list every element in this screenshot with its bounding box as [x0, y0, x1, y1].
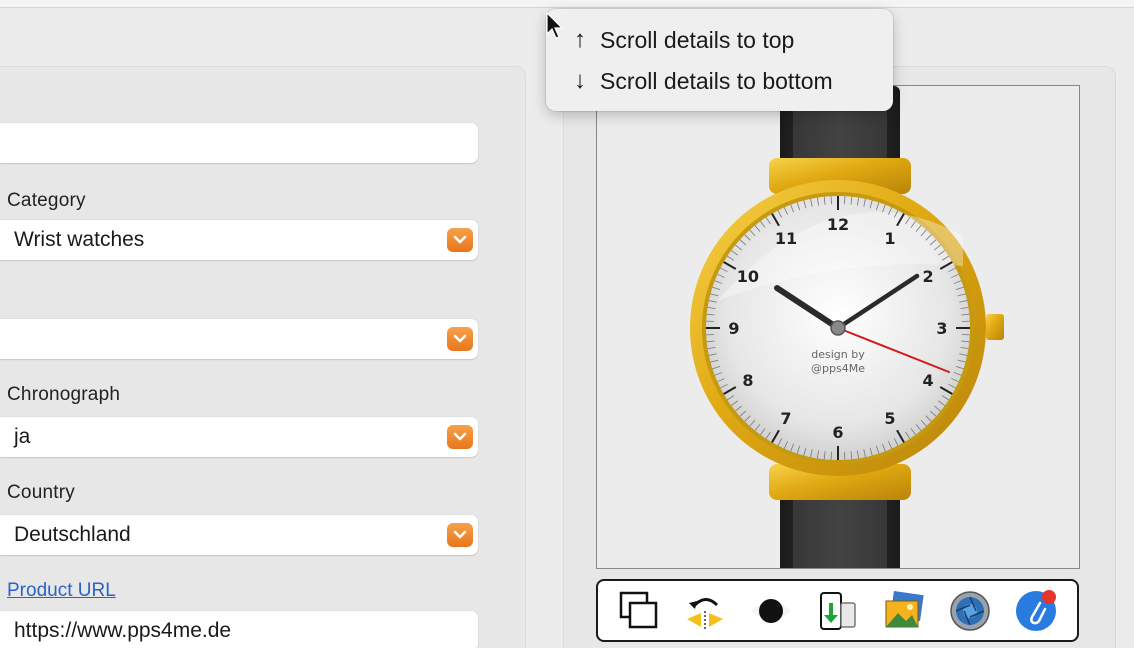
photos-icon[interactable]: [880, 587, 928, 635]
copy-image-icon[interactable]: [615, 587, 663, 635]
chevron-down-icon[interactable]: [447, 327, 473, 351]
scroll-to-bottom-label: Scroll details to bottom: [600, 67, 833, 94]
dial-numeral: 1: [884, 229, 895, 248]
scroll-to-top-label: Scroll details to top: [600, 26, 795, 53]
export-phone-icon[interactable]: [813, 587, 861, 635]
arrow-up-icon: ↑: [574, 26, 586, 53]
category-label: Category: [7, 190, 86, 211]
dial-numeral: 6: [832, 423, 843, 442]
chronograph-select[interactable]: ja: [0, 417, 478, 457]
chronograph-label: Chronograph: [7, 384, 121, 405]
chevron-down-icon[interactable]: [447, 425, 473, 449]
mouse-cursor-icon: [546, 12, 564, 39]
watch-image: 121234567891011 design by @pps4Me: [690, 86, 1004, 568]
dial-numeral: 4: [922, 371, 933, 390]
credit-line2: @pps4Me: [811, 362, 865, 375]
product-url-link[interactable]: Product URL: [7, 580, 116, 602]
camera-shutter-icon[interactable]: [946, 587, 994, 635]
dial-numeral: 12: [827, 215, 849, 234]
dial-numeral: 3: [936, 319, 947, 338]
product-url-field[interactable]: https://www.pps4me.de: [0, 611, 478, 648]
scroll-to-top-item[interactable]: ↑ Scroll details to top: [568, 22, 888, 58]
unnamed-select[interactable]: [0, 319, 478, 359]
name-field[interactable]: [0, 123, 478, 163]
arrow-down-icon: ↓: [574, 67, 586, 94]
eye-icon[interactable]: [747, 587, 795, 635]
dial-numeral: 7: [780, 409, 791, 428]
credit-line1: design by: [811, 348, 865, 361]
details-panel: Category Wrist watches Chronograph ja Co…: [0, 66, 526, 648]
scroll-to-bottom-item[interactable]: ↓ Scroll details to bottom: [568, 63, 888, 99]
dial-numeral: 10: [737, 267, 759, 286]
dial-numeral: 11: [775, 229, 797, 248]
image-toolbar: [596, 579, 1079, 642]
flip-image-icon[interactable]: [681, 587, 729, 635]
dial-numeral: 5: [884, 409, 895, 428]
country-label: Country: [7, 482, 75, 503]
top-bar: [0, 0, 1134, 8]
scroll-popup-menu: ↑ Scroll details to top ↓ Scroll details…: [546, 9, 893, 111]
dial-numeral: 8: [742, 371, 753, 390]
crown: [986, 314, 1004, 340]
chevron-down-icon[interactable]: [447, 523, 473, 547]
chevron-down-icon[interactable]: [447, 228, 473, 252]
category-select[interactable]: Wrist watches: [0, 220, 478, 260]
chronograph-value: ja: [14, 425, 31, 448]
dial-numeral: 2: [922, 267, 933, 286]
dial-numeral: 9: [728, 319, 739, 338]
country-select[interactable]: Deutschland: [0, 515, 478, 555]
product-image-frame[interactable]: 12 1 2 3 4 5 6 7 8 9 10 11 design by @pps4Me: [596, 85, 1080, 569]
category-value: Wrist watches: [14, 228, 145, 251]
country-value: Deutschland: [14, 523, 131, 546]
attachment-icon[interactable]: [1012, 587, 1060, 635]
